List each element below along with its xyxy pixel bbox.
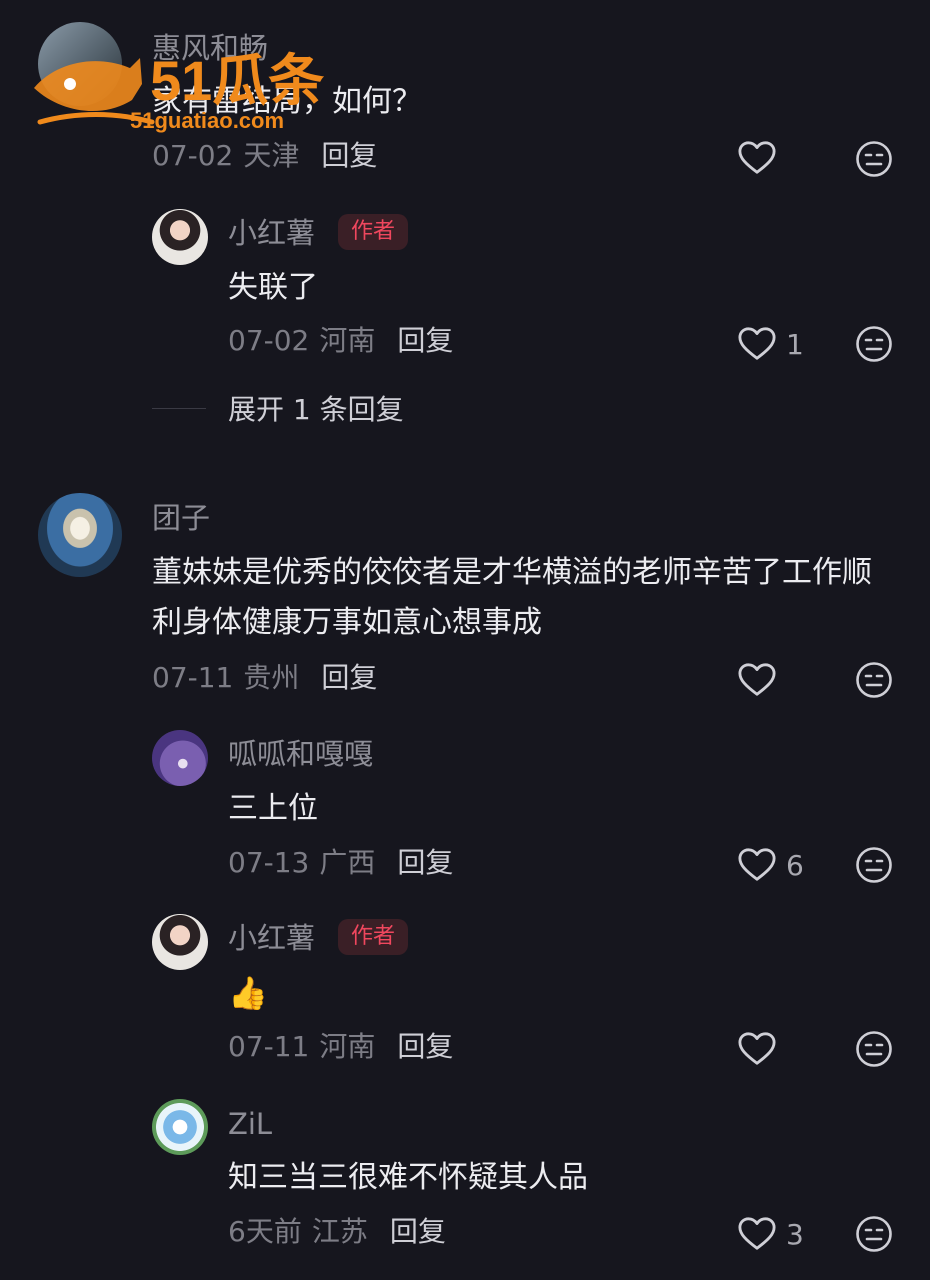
avatar[interactable] (152, 914, 208, 970)
reply-location: 河南 (319, 324, 376, 357)
heart-outline-icon (738, 663, 776, 696)
reply-button[interactable]: 回复 (390, 1215, 446, 1248)
reply-username[interactable]: 小红薯 (228, 215, 315, 251)
reply-date: 07-13 (228, 846, 310, 879)
dislike-face-icon[interactable] (855, 1215, 893, 1253)
heart-outline-icon (738, 1032, 776, 1065)
reply-date: 07-11 (228, 1030, 310, 1063)
like-button[interactable] (738, 660, 786, 700)
reply-date: 07-02 (228, 324, 310, 357)
reply-text: 👍 (228, 974, 268, 1012)
reply-meta: 07-11 河南 回复 (228, 1029, 453, 1065)
heart-outline-icon (738, 141, 776, 174)
comment-meta: 07-02 天津 回复 (152, 138, 377, 174)
heart-outline-icon (738, 848, 776, 881)
like-button[interactable]: 1 (738, 324, 804, 364)
comment-text: 董妹妹是优秀的佼佼者是才华横溢的老师辛苦了工作顺利身体健康万事如意心想事成 (152, 555, 872, 640)
watermark-brand: 51瓜条 (150, 49, 324, 112)
avatar[interactable] (152, 1099, 208, 1155)
like-button[interactable] (738, 1029, 786, 1069)
expand-replies-label: 展开 1 条回复 (228, 393, 404, 426)
avatar[interactable] (152, 730, 208, 786)
reply-text: 知三当三很难不怀疑其人品 (228, 1160, 588, 1195)
comment-meta: 07-11 贵州 回复 (152, 660, 377, 696)
dislike-face-icon[interactable] (855, 846, 893, 884)
comment-date: 07-02 (152, 139, 234, 172)
watermark-logo: 51瓜条 51guatiao.com (34, 49, 324, 133)
reply-button[interactable]: 回复 (321, 661, 377, 694)
like-button[interactable]: 3 (738, 1214, 804, 1254)
reply-location: 广西 (319, 846, 376, 879)
reply-button[interactable]: 回复 (397, 846, 453, 879)
like-button[interactable] (738, 138, 786, 178)
reply-meta: 6天前 江苏 回复 (228, 1214, 446, 1250)
reply-username[interactable]: 小红薯 (228, 920, 315, 956)
comment-location: 贵州 (243, 661, 300, 694)
dislike-face-icon[interactable] (855, 1030, 893, 1068)
reply-text: 三上位 (228, 791, 318, 826)
author-badge: 作者 (338, 919, 409, 955)
reply-meta: 07-02 河南 回复 (228, 323, 453, 359)
divider (152, 407, 206, 409)
reply-location: 江苏 (311, 1215, 368, 1248)
dislike-face-icon[interactable] (855, 140, 893, 178)
avatar[interactable] (152, 209, 208, 265)
like-count: 6 (786, 848, 804, 882)
heart-outline-icon (738, 1217, 776, 1250)
avatar[interactable] (38, 493, 122, 577)
reply-username[interactable]: ZiL (228, 1106, 272, 1142)
comment-date: 07-11 (152, 661, 234, 694)
watermark-url: 51guatiao.com (130, 108, 284, 133)
expand-replies-button[interactable]: 展开 1 条回复 (152, 388, 404, 428)
reply-date: 6天前 (228, 1215, 302, 1248)
comment-username[interactable]: 团子 (152, 500, 210, 536)
like-count: 1 (786, 327, 804, 361)
reply-text: 失联了 (228, 270, 318, 305)
author-badge: 作者 (338, 214, 409, 250)
dislike-face-icon[interactable] (855, 661, 893, 699)
reply-meta: 07-13 广西 回复 (228, 845, 453, 881)
like-count: 3 (786, 1217, 804, 1251)
like-button[interactable]: 6 (738, 845, 804, 885)
heart-outline-icon (738, 327, 776, 360)
reply-button[interactable]: 回复 (321, 139, 377, 172)
reply-username[interactable]: 呱呱和嘎嘎 (228, 736, 373, 772)
reply-location: 河南 (319, 1030, 376, 1063)
reply-button[interactable]: 回复 (397, 1030, 453, 1063)
dislike-face-icon[interactable] (855, 325, 893, 363)
comment-location: 天津 (243, 139, 300, 172)
reply-button[interactable]: 回复 (397, 324, 453, 357)
